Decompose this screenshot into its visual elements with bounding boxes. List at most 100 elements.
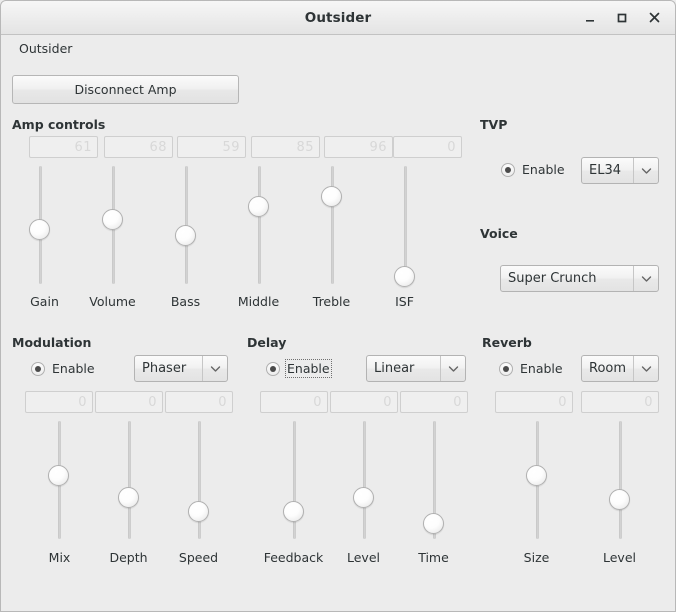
chevron-down-icon — [440, 356, 465, 381]
slider-treble[interactable] — [321, 166, 343, 284]
modulation-type-combo[interactable]: Phaser — [134, 355, 228, 382]
voice-combo[interactable]: Super Crunch — [500, 265, 659, 292]
slider-gain[interactable] — [29, 166, 51, 284]
reverb-value-size[interactable]: 0 — [495, 391, 573, 413]
slider-middle-track — [258, 166, 261, 284]
reverb-value-level[interactable]: 0 — [581, 391, 659, 413]
delay-enable-label: Enable — [285, 359, 332, 378]
disconnect-amp-button[interactable]: Disconnect Amp — [12, 75, 239, 104]
close-button[interactable] — [639, 5, 669, 31]
slider-treble-handle[interactable] — [321, 186, 342, 207]
slider-depth-handle[interactable] — [118, 487, 139, 508]
slider-volume-handle[interactable] — [102, 209, 123, 230]
menu-bar: Outsider — [1, 35, 675, 61]
modulation-value-speed[interactable]: 0 — [165, 391, 233, 413]
app-window: Outsider Outsider Disconnect Amp Amp con… — [0, 0, 676, 612]
modulation-value-mix-text: 0 — [78, 394, 87, 410]
slider-gain-label: Gain — [30, 294, 59, 309]
amp-value-treble-text: 96 — [369, 139, 387, 155]
delay-type-combo[interactable]: Linear — [366, 355, 466, 382]
slider-time[interactable] — [423, 421, 445, 539]
slider-middle-label: Middle — [237, 294, 280, 309]
modulation-type-combo-text: Phaser — [142, 361, 187, 376]
slider-level-reverb-label: Level — [603, 550, 636, 565]
amp-value-bass-text: 59 — [222, 139, 240, 155]
modulation-value-mix[interactable]: 0 — [25, 391, 93, 413]
reverb-type-combo[interactable]: Room — [581, 355, 659, 382]
slider-size-handle[interactable] — [526, 465, 547, 486]
close-icon — [649, 12, 659, 23]
reverb-title: Reverb — [482, 335, 532, 350]
slider-level-delay-handle[interactable] — [353, 487, 374, 508]
reverb-enable-radio[interactable] — [499, 361, 513, 376]
modulation-enable-radio[interactable] — [31, 361, 45, 376]
slider-level-reverb-handle[interactable] — [609, 489, 630, 510]
slider-level-reverb[interactable] — [609, 421, 631, 539]
slider-size-label: Size — [523, 550, 550, 565]
slider-level-reverb-track — [619, 421, 622, 539]
amp-value-bass[interactable]: 59 — [177, 136, 246, 158]
delay-enable-radio-dot — [270, 365, 276, 372]
amp-value-treble[interactable]: 96 — [324, 136, 393, 158]
amp-value-middle[interactable]: 85 — [251, 136, 320, 158]
slider-feedback-label: Feedback — [263, 550, 324, 565]
modulation-enable-radio-dot — [35, 365, 41, 372]
slider-speed-handle[interactable] — [188, 501, 209, 522]
delay-type-combo-text: Linear — [374, 361, 415, 376]
slider-mix-handle[interactable] — [48, 465, 69, 486]
title-bar: Outsider — [1, 1, 675, 35]
slider-volume[interactable] — [102, 166, 124, 284]
chevron-down-icon — [633, 158, 658, 183]
slider-depth[interactable] — [118, 421, 140, 539]
slider-isf-handle[interactable] — [394, 266, 415, 287]
delay-value-time[interactable]: 0 — [400, 391, 468, 413]
slider-isf[interactable] — [394, 166, 416, 287]
reverb-enable-row[interactable]: Enable — [499, 361, 563, 376]
slider-mix[interactable] — [48, 421, 70, 539]
menu-item-outsider[interactable]: Outsider — [15, 39, 76, 58]
slider-size[interactable] — [526, 421, 548, 539]
window-buttons — [575, 1, 669, 34]
chevron-down-icon — [633, 266, 658, 291]
delay-enable-radio[interactable] — [266, 361, 280, 376]
amp-value-isf[interactable]: 0 — [393, 136, 462, 158]
slider-treble-label: Treble — [312, 294, 351, 309]
delay-value-feedback[interactable]: 0 — [260, 391, 328, 413]
modulation-value-depth[interactable]: 0 — [95, 391, 163, 413]
minimize-button[interactable] — [575, 5, 605, 31]
slider-time-handle[interactable] — [423, 513, 444, 534]
slider-level-delay-track — [363, 421, 366, 539]
modulation-enable-row[interactable]: Enable — [31, 361, 95, 376]
amp-value-middle-text: 85 — [296, 139, 314, 155]
amp-value-volume[interactable]: 68 — [104, 136, 173, 158]
minimize-icon — [586, 19, 594, 22]
window-title: Outsider — [304, 9, 372, 26]
amp-value-gain[interactable]: 61 — [29, 136, 98, 158]
delay-value-level[interactable]: 0 — [330, 391, 398, 413]
delay-title: Delay — [247, 335, 287, 350]
slider-feedback-handle[interactable] — [283, 501, 304, 522]
tvp-enable-radio[interactable] — [501, 162, 515, 177]
slider-bass[interactable] — [175, 166, 197, 284]
modulation-enable-label: Enable — [52, 361, 95, 376]
slider-middle[interactable] — [248, 166, 270, 284]
amp-value-gain-text: 61 — [74, 139, 92, 155]
delay-enable-row[interactable]: Enable — [266, 359, 332, 378]
amp-controls-title: Amp controls — [12, 117, 106, 132]
slider-gain-handle[interactable] — [29, 219, 50, 240]
tvp-enable-row[interactable]: Enable — [501, 162, 565, 177]
delay-value-feedback-text: 0 — [313, 394, 322, 410]
tvp-valve-combo[interactable]: EL34 — [581, 157, 659, 184]
slider-level-delay[interactable] — [353, 421, 375, 539]
delay-value-level-text: 0 — [383, 394, 392, 410]
maximize-button[interactable] — [607, 5, 637, 31]
tvp-enable-radio-dot — [505, 166, 511, 173]
slider-middle-handle[interactable] — [248, 196, 269, 217]
voice-combo-text: Super Crunch — [508, 271, 597, 286]
tvp-title: TVP — [480, 117, 508, 132]
slider-bass-handle[interactable] — [175, 225, 196, 246]
slider-feedback[interactable] — [283, 421, 305, 539]
slider-speed-label: Speed — [178, 550, 219, 565]
slider-speed[interactable] — [188, 421, 210, 539]
amp-value-isf-text: 0 — [447, 139, 456, 155]
